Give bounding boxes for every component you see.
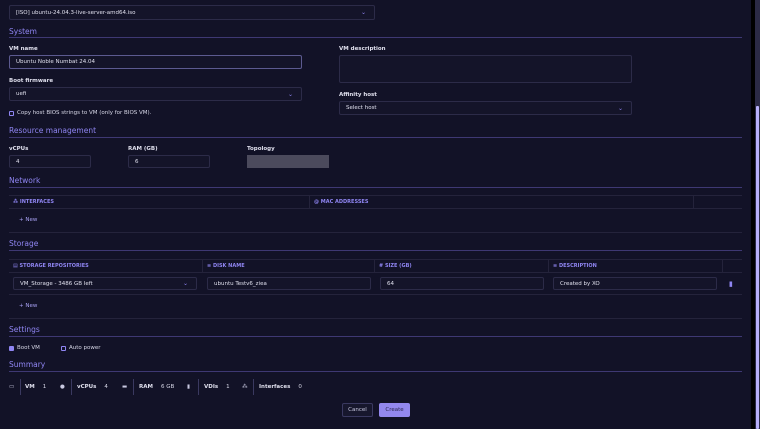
col-label: DISK NAME: [212, 263, 245, 269]
affinity-host-select[interactable]: Select host ⌄: [339, 101, 632, 115]
ram-value: 6: [135, 158, 139, 165]
boot-firmware-label: Boot firmware: [9, 78, 54, 84]
vm-name-value: Ubuntu Noble Numbat 24.04: [16, 59, 95, 65]
add-disk-button[interactable]: + New: [19, 303, 37, 309]
summary-vm-value: 1: [42, 384, 47, 390]
section-system: System: [9, 27, 37, 36]
trash-icon[interactable]: ▮: [729, 280, 733, 288]
divider: [9, 232, 742, 233]
chevron-down-icon: ⌄: [617, 104, 623, 112]
chevron-down-icon: ⌄: [182, 280, 188, 287]
col-interfaces: ⁂ INTERFACES: [9, 196, 310, 208]
summary-vm-label: VM: [25, 384, 35, 390]
ram-label: RAM (GB): [128, 146, 158, 152]
section-summary: Summary: [9, 360, 46, 369]
create-button[interactable]: Create: [379, 403, 410, 417]
divider: [9, 137, 742, 138]
section-resource-management: Resource management: [9, 126, 97, 135]
summary-ram-label: RAM: [139, 384, 153, 390]
summary-ram-value: 6 GB: [160, 384, 175, 390]
divider: [9, 294, 742, 295]
divider: [71, 379, 72, 395]
topology-select-disabled: [247, 155, 329, 168]
vcpus-label: vCPUs: [9, 146, 29, 152]
col-mac-addresses: @ MAC ADDRESSES: [310, 196, 694, 208]
section-settings: Settings: [9, 325, 40, 334]
auto-power-checkbox[interactable]: [61, 346, 66, 351]
vm-description-label: VM description: [339, 46, 386, 52]
divider: [253, 379, 254, 395]
disk-name-value: ubuntu Testv6_ziea: [214, 280, 267, 287]
sr-value: VM_Storage - 3486 GB left: [20, 280, 93, 287]
divider: [9, 208, 742, 209]
disk-size-input[interactable]: 64: [380, 277, 544, 290]
vm-name-label: VM name: [9, 46, 38, 52]
cancel-button[interactable]: Cancel: [342, 403, 373, 417]
section-storage: Storage: [9, 239, 39, 248]
summary-vdis-label: VDIs: [204, 384, 219, 390]
divider: [9, 37, 742, 38]
network-icon: ⁂: [13, 199, 20, 205]
disk-name-input[interactable]: ubuntu Testv6_ziea: [207, 277, 371, 290]
divider: [9, 318, 742, 319]
iso-value: [ISO] ubuntu-24.04.3-live-server-amd64.i…: [16, 9, 136, 16]
cpu-icon: ●: [60, 384, 65, 390]
boot-firmware-value: uefi: [16, 91, 27, 97]
monitor-icon: ▭: [9, 384, 15, 390]
col-storage-repositories: ▤ STORAGE REPOSITORIES: [9, 260, 203, 272]
col-label: SIZE (GB): [384, 263, 412, 269]
col-size: # SIZE (GB): [375, 260, 549, 272]
summary-interfaces-value: 0: [298, 384, 302, 390]
summary-vcpus-label: vCPUs: [77, 384, 97, 390]
copy-bios-checkbox[interactable]: [9, 111, 14, 116]
divider: [9, 250, 742, 251]
vcpus-input[interactable]: 4: [9, 155, 91, 168]
boot-vm-label: Boot VM: [17, 345, 40, 351]
col-label: INTERFACES: [19, 199, 54, 205]
disk-size-value: 64: [387, 280, 394, 287]
divider: [9, 272, 742, 273]
divider: [20, 379, 21, 395]
vm-name-input[interactable]: Ubuntu Noble Numbat 24.04: [9, 55, 302, 69]
at-icon: @: [314, 199, 321, 205]
sr-select[interactable]: VM_Storage - 3486 GB left ⌄: [13, 277, 197, 290]
memory-icon: ▬: [122, 384, 128, 390]
summary-interfaces-label: Interfaces: [259, 384, 291, 390]
scrollbar-thumb[interactable]: [756, 106, 759, 429]
section-network: Network: [9, 176, 41, 185]
vcpus-value: 4: [16, 158, 20, 165]
affinity-host-value: Select host: [346, 105, 377, 111]
boot-firmware-select[interactable]: uefi ⌄: [9, 87, 302, 101]
chevron-down-icon: ⌄: [360, 9, 366, 16]
divider: [198, 379, 199, 395]
divider: [9, 187, 742, 188]
iso-select[interactable]: [ISO] ubuntu-24.04.3-live-server-amd64.i…: [9, 5, 375, 20]
copy-bios-label: Copy host BIOS strings to VM (only for B…: [17, 110, 152, 116]
add-interface-button[interactable]: + New: [19, 217, 37, 223]
summary-vcpus-value: 4: [104, 384, 108, 390]
disk-description-input[interactable]: Created by XO: [553, 277, 717, 290]
vm-description-textarea[interactable]: [339, 55, 632, 83]
boot-vm-checkbox[interactable]: [9, 346, 14, 351]
col-label: MAC ADDRESSES: [320, 199, 369, 205]
col-label: STORAGE REPOSITORIES: [19, 263, 89, 269]
col-label: DESCRIPTION: [558, 263, 597, 269]
divider: [133, 379, 134, 395]
col-description: ≡ DESCRIPTION: [549, 260, 723, 272]
divider: [9, 371, 742, 372]
auto-power-label: Auto power: [69, 345, 101, 351]
col-disk-name: ≡ DISK NAME: [203, 260, 375, 272]
network-icon: ⁂: [242, 384, 248, 390]
disk-icon: ▮: [187, 384, 191, 390]
summary-vdis-value: 1: [226, 384, 230, 390]
affinity-host-label: Affinity host: [339, 92, 377, 98]
ram-input[interactable]: 6: [128, 155, 210, 168]
disk-description-value: Created by XO: [560, 280, 600, 287]
divider: [9, 336, 742, 337]
chevron-down-icon: ⌄: [287, 90, 293, 98]
topology-label: Topology: [247, 146, 275, 152]
